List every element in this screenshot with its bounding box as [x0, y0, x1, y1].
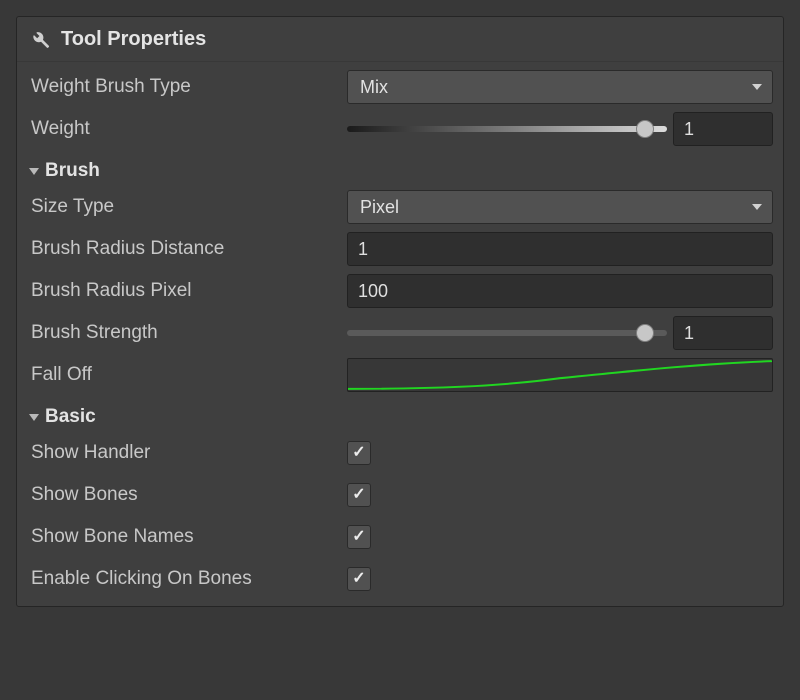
show-bones-label: Show Bones	[27, 484, 347, 506]
wrench-icon	[27, 27, 51, 51]
row-brush-strength: Brush Strength 1	[27, 316, 773, 350]
weight-brush-type-dropdown[interactable]: Mix	[347, 70, 773, 104]
row-show-bones: Show Bones	[27, 478, 773, 512]
show-bones-checkbox[interactable]	[347, 483, 371, 507]
show-bone-names-label: Show Bone Names	[27, 526, 347, 548]
show-handler-checkbox[interactable]	[347, 441, 371, 465]
brush-radius-distance-input[interactable]: 1	[347, 232, 773, 266]
section-brush[interactable]: Brush	[27, 154, 773, 182]
tool-properties-panel: Tool Properties Weight Brush Type Mix We…	[16, 16, 784, 607]
chevron-down-icon	[752, 84, 762, 90]
enable-clicking-on-bones-label: Enable Clicking On Bones	[27, 568, 347, 590]
weight-slider[interactable]	[347, 119, 667, 139]
brush-strength-label: Brush Strength	[27, 322, 347, 344]
slider-track	[347, 126, 667, 132]
weight-input[interactable]: 1	[673, 112, 773, 146]
slider-knob[interactable]	[636, 324, 654, 342]
slider-knob[interactable]	[636, 120, 654, 138]
row-weight-brush-type: Weight Brush Type Mix	[27, 70, 773, 104]
row-enable-clicking-on-bones: Enable Clicking On Bones	[27, 562, 773, 596]
fall-off-curve[interactable]	[347, 358, 773, 392]
size-type-label: Size Type	[27, 196, 347, 218]
row-show-bone-names: Show Bone Names	[27, 520, 773, 554]
panel-title: Tool Properties	[61, 28, 206, 51]
brush-strength-slider[interactable]	[347, 323, 667, 343]
section-basic[interactable]: Basic	[27, 400, 773, 428]
section-brush-title: Brush	[45, 160, 100, 182]
row-fall-off: Fall Off	[27, 358, 773, 392]
show-bone-names-checkbox[interactable]	[347, 525, 371, 549]
weight-label: Weight	[27, 118, 347, 140]
show-handler-label: Show Handler	[27, 442, 347, 464]
brush-strength-input[interactable]: 1	[673, 316, 773, 350]
brush-radius-pixel-input[interactable]: 100	[347, 274, 773, 308]
fall-off-label: Fall Off	[27, 364, 347, 386]
row-size-type: Size Type Pixel	[27, 190, 773, 224]
chevron-down-icon	[29, 414, 39, 421]
chevron-down-icon	[752, 204, 762, 210]
panel-body: Weight Brush Type Mix Weight 1	[17, 62, 783, 606]
slider-track	[347, 330, 667, 336]
size-type-value: Pixel	[360, 197, 399, 218]
weight-brush-type-value: Mix	[360, 77, 388, 98]
enable-clicking-on-bones-checkbox[interactable]	[347, 567, 371, 591]
brush-radius-distance-label: Brush Radius Distance	[27, 238, 347, 260]
row-show-handler: Show Handler	[27, 436, 773, 470]
row-brush-radius-distance: Brush Radius Distance 1	[27, 232, 773, 266]
chevron-down-icon	[29, 168, 39, 175]
weight-brush-type-label: Weight Brush Type	[27, 76, 347, 98]
panel-header: Tool Properties	[17, 17, 783, 62]
row-weight: Weight 1	[27, 112, 773, 146]
section-basic-title: Basic	[45, 406, 96, 428]
row-brush-radius-pixel: Brush Radius Pixel 100	[27, 274, 773, 308]
brush-radius-pixel-label: Brush Radius Pixel	[27, 280, 347, 302]
size-type-dropdown[interactable]: Pixel	[347, 190, 773, 224]
